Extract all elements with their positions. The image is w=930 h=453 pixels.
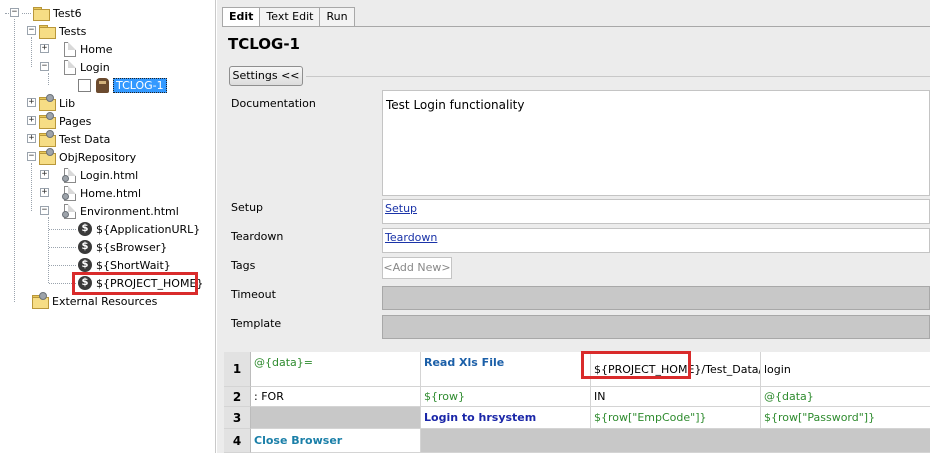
setup-link[interactable]: Setup — [385, 202, 417, 215]
settings-toggle-button[interactable]: Settings << — [229, 66, 303, 86]
row-number[interactable]: 3 — [224, 407, 251, 429]
add-tag-button[interactable]: <Add New> — [382, 257, 452, 279]
expand-toggle[interactable]: + — [27, 116, 36, 125]
tree-node-pages[interactable]: Pages — [39, 112, 91, 130]
file-gear-icon — [62, 185, 76, 201]
tree-node-login[interactable]: Login — [64, 58, 110, 76]
editor-tabs: Edit Text Edit Run — [222, 7, 355, 27]
robot-icon — [96, 77, 109, 93]
collapse-toggle[interactable]: − — [10, 8, 19, 17]
project-tree[interactable]: − Test6 − Tests + Home − Login TCLOG-1 +… — [0, 0, 216, 453]
grid-cell[interactable] — [251, 407, 421, 429]
grid-cell[interactable]: ${row["Password"]} — [761, 407, 930, 429]
folder-icon — [33, 7, 50, 21]
grid-cell[interactable]: ${row} — [421, 387, 591, 407]
row-number[interactable]: 2 — [224, 387, 251, 407]
file-gear-icon — [62, 167, 76, 183]
grid-cell[interactable]: : FOR — [251, 387, 421, 407]
expand-toggle[interactable]: + — [27, 134, 36, 143]
tab-edit[interactable]: Edit — [222, 7, 261, 27]
teardown-link[interactable]: Teardown — [385, 231, 437, 244]
tab-run[interactable]: Run — [319, 7, 355, 26]
template-field[interactable] — [382, 315, 930, 339]
grid-cell[interactable]: @{data}= — [251, 352, 421, 387]
testcase-title: TCLOG-1 — [228, 35, 300, 53]
row-number[interactable]: 1 — [224, 352, 251, 387]
grid-cell-empty[interactable] — [421, 429, 930, 453]
tree-line — [48, 73, 49, 85]
collapse-toggle[interactable]: − — [27, 26, 36, 35]
documentation-text: Test Login functionality — [386, 98, 525, 112]
tree-line — [14, 19, 15, 302]
tab-text-edit[interactable]: Text Edit — [259, 7, 321, 26]
teardown-label: Teardown — [231, 230, 284, 243]
row-number[interactable]: 4 — [224, 429, 251, 453]
expand-toggle[interactable]: + — [40, 44, 49, 53]
tree-node-tclog-1[interactable]: TCLOG-1 — [78, 76, 167, 94]
collapse-toggle[interactable]: − — [40, 206, 49, 215]
setup-field[interactable]: Setup — [382, 199, 930, 224]
grid-cell[interactable]: Close Browser — [251, 429, 421, 453]
timeout-field[interactable] — [382, 286, 930, 310]
tree-node-home[interactable]: Home — [64, 40, 112, 58]
grid-cell[interactable]: Login to hrsystem — [421, 407, 591, 429]
highlight-box — [581, 351, 691, 379]
tree-node-external-resources[interactable]: External Resources — [32, 292, 157, 310]
keyword-grid[interactable]: 1 @{data}= Read Xls File ${PROJECT_HOME}… — [224, 351, 930, 453]
collapse-toggle[interactable]: − — [27, 152, 36, 161]
collapse-toggle[interactable]: − — [40, 62, 49, 71]
tree-node-lib[interactable]: Lib — [39, 94, 75, 112]
teardown-field[interactable]: Teardown — [382, 228, 930, 253]
file-icon — [64, 59, 76, 75]
folder-gear-icon — [32, 292, 49, 309]
folder-gear-icon — [39, 94, 56, 111]
tree-node-environment-html[interactable]: Environment.html — [62, 202, 179, 220]
variable-dollar-icon: $ — [78, 222, 92, 236]
template-label: Template — [231, 317, 282, 330]
grid-cell[interactable]: IN — [591, 387, 761, 407]
expand-toggle[interactable]: + — [40, 188, 49, 197]
documentation-field[interactable]: Test Login functionality — [382, 90, 930, 196]
tree-line — [31, 37, 32, 67]
variable-dollar-icon: $ — [78, 258, 92, 272]
grid-cell[interactable]: ${row["EmpCode"]} — [591, 407, 761, 429]
folder-gear-icon — [39, 130, 56, 147]
tree-node-tests[interactable]: Tests — [39, 22, 86, 40]
grid-cell[interactable]: @{data} — [761, 387, 930, 407]
file-icon — [64, 41, 76, 57]
tree-node-var-sbrowser[interactable]: $ ${sBrowser} — [78, 238, 167, 256]
tree-node-home-html[interactable]: Home.html — [62, 184, 141, 202]
expand-toggle[interactable]: + — [40, 170, 49, 179]
folder-icon — [39, 25, 56, 39]
grid-cell[interactable]: Read Xls File — [421, 352, 591, 387]
tree-node-test-data[interactable]: Test Data — [39, 130, 110, 148]
expand-toggle[interactable]: + — [27, 98, 36, 107]
folder-gear-icon — [39, 112, 56, 129]
documentation-label: Documentation — [231, 97, 316, 110]
tree-node-test6[interactable]: Test6 — [22, 4, 82, 22]
tree-node-var-applicationurl[interactable]: $ ${ApplicationURL} — [78, 220, 200, 238]
variable-dollar-icon: $ — [78, 240, 92, 254]
setup-label: Setup — [231, 201, 264, 214]
test-checkbox[interactable] — [78, 78, 91, 92]
tree-line — [48, 217, 49, 283]
folder-gear-icon — [39, 148, 56, 165]
tree-node-objrepository[interactable]: ObjRepository — [39, 148, 136, 166]
tags-label: Tags — [231, 259, 256, 272]
file-gear-icon — [62, 203, 76, 219]
tree-node-login-html[interactable]: Login.html — [62, 166, 138, 184]
tree-line — [31, 163, 32, 211]
grid-cell[interactable]: login — [761, 352, 930, 387]
timeout-label: Timeout — [231, 288, 276, 301]
editor-panel: Edit Text Edit Run TCLOG-1 Settings << D… — [217, 0, 930, 453]
